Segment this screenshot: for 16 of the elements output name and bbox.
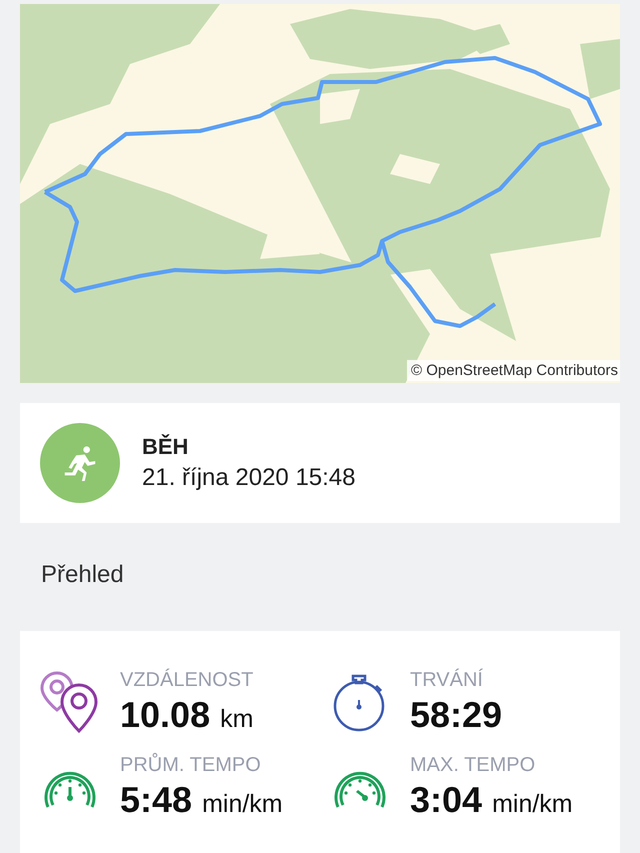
stat-value: 58:29	[410, 694, 502, 736]
stat-value: 10.08	[120, 694, 210, 736]
activity-title: BĚH	[142, 434, 190, 460]
section-title: Přehled	[40, 560, 125, 590]
activity-datetime: 21. října 2020 15:48	[142, 464, 356, 492]
stat-unit: min/km	[202, 790, 283, 819]
stat-label: TRVÁNÍ	[410, 669, 484, 692]
stat-value: 5:48	[120, 779, 192, 821]
stat-label: PRŮM. TEMPO	[120, 754, 262, 777]
stat-value: 3:04	[410, 779, 482, 821]
map-attribution[interactable]: © OpenStreetMap Contributors	[407, 360, 620, 381]
location-pins-icon	[40, 670, 100, 734]
stat-unit: km	[220, 705, 254, 734]
stat-unit: min/km	[492, 790, 573, 819]
stat-label: MAX. TEMPO	[410, 754, 536, 777]
stat-label: VZDÁLENOST	[120, 669, 254, 692]
